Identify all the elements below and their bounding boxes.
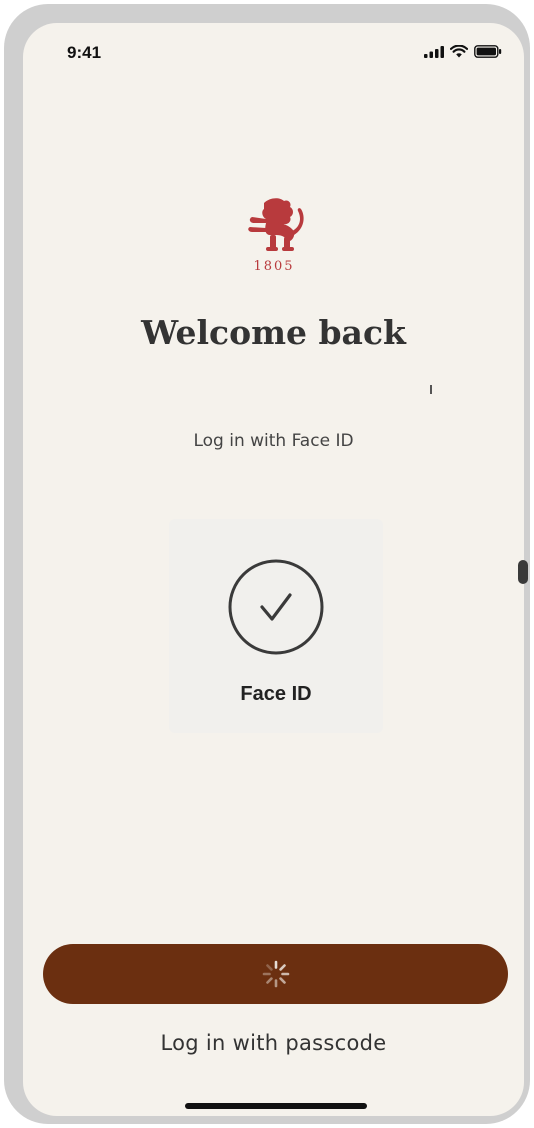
status-time: 9:41: [67, 43, 102, 62]
status-icons: [424, 45, 502, 58]
app-screen: 9:41 1805 Welcome back Log in with Face …: [23, 23, 524, 1116]
home-indicator[interactable]: [185, 1103, 367, 1109]
lion-crest-icon: [248, 198, 304, 251]
battery-icon: [474, 45, 502, 58]
brand-logo: 1805: [236, 195, 312, 279]
logo-year: 1805: [253, 259, 295, 274]
passcode-login-link[interactable]: Log in with passcode: [23, 1031, 524, 1055]
face-id-card[interactable]: Face ID: [169, 519, 383, 733]
loading-spinner-icon: [262, 960, 289, 988]
side-button: [518, 560, 528, 584]
wifi-icon: [450, 45, 468, 58]
signal-icon: [424, 45, 444, 58]
login-button[interactable]: [43, 944, 508, 1004]
check-circle-icon: [228, 559, 324, 655]
face-id-label: Face ID: [240, 683, 312, 705]
welcome-title: Welcome back: [141, 313, 406, 352]
welcome-subtitle: Log in with Face ID: [193, 431, 354, 451]
phone-frame: 9:41 1805 Welcome back Log in with Face …: [4, 4, 530, 1124]
text-cursor: [430, 385, 432, 394]
